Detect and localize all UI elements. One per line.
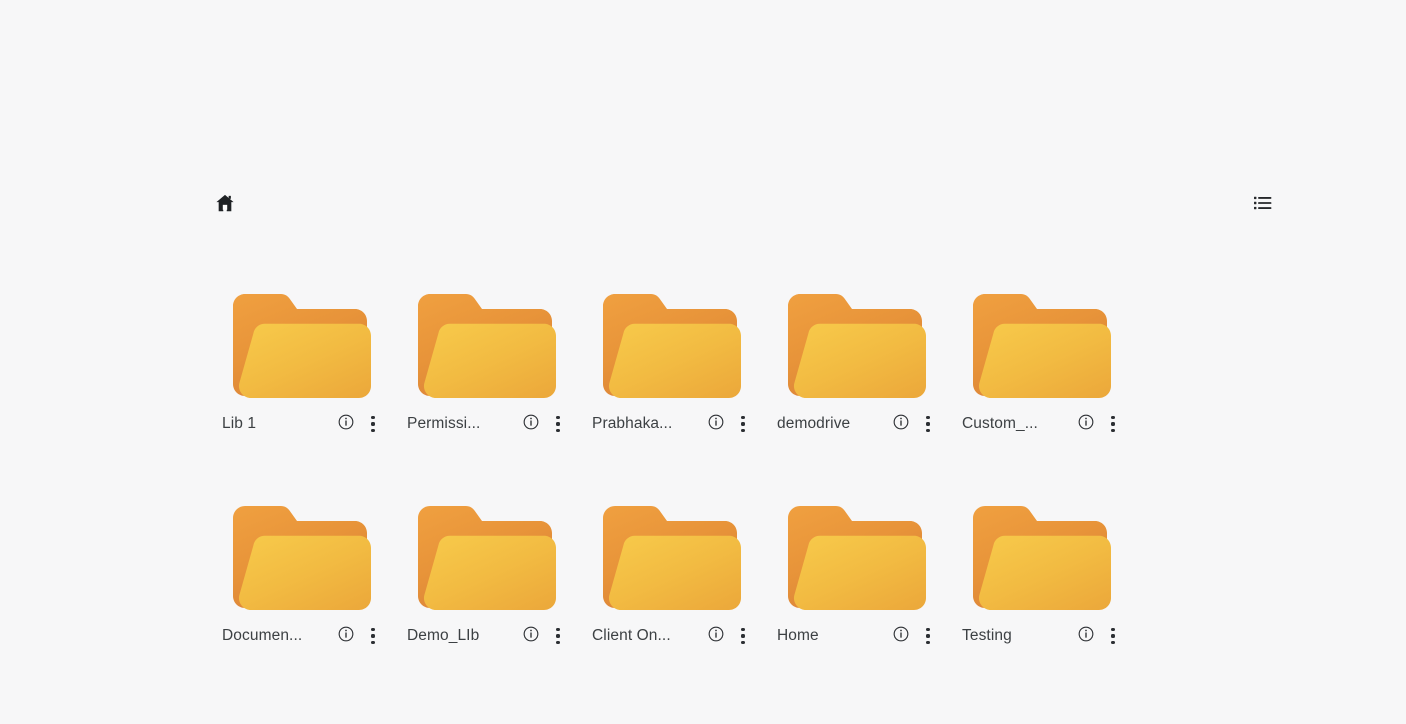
kebab-menu-icon [741,628,745,644]
folder-icon [599,500,745,618]
info-button[interactable] [1076,414,1096,434]
breadcrumb [210,188,240,218]
info-button[interactable] [891,414,911,434]
info-button[interactable] [336,414,356,434]
folder-icon-button[interactable] [969,288,1115,406]
folder-icon [969,288,1115,406]
folder-item[interactable]: Custom_... [950,288,1135,500]
info-button[interactable] [1076,626,1096,646]
folder-item[interactable]: Lib 1 [210,288,395,500]
folder-meta-row: Demo_LIb [407,623,569,649]
more-options-button[interactable] [732,413,754,435]
home-icon [214,192,236,214]
folder-item[interactable]: demodrive [765,288,950,500]
info-button[interactable] [706,414,726,434]
folder-icon-button[interactable] [414,288,560,406]
kebab-menu-icon [1111,628,1115,644]
kebab-menu-icon [926,416,930,432]
folder-meta-row: Client On... [592,623,754,649]
folder-label[interactable]: Documen... [222,627,302,645]
more-options-button[interactable] [1102,413,1124,435]
folder-label[interactable]: Client On... [592,627,671,645]
folder-item[interactable]: Permissi... [395,288,580,500]
folder-icon [599,288,745,406]
folder-item[interactable]: Client On... [580,500,765,712]
info-circle-icon [1077,625,1095,648]
folder-meta-row: Custom_... [962,411,1124,437]
folder-label[interactable]: Home [777,627,819,645]
home-breadcrumb-button[interactable] [210,188,240,218]
folder-item[interactable]: Testing [950,500,1135,712]
more-options-button[interactable] [917,625,939,647]
list-view-toggle-button[interactable] [1248,188,1278,218]
kebab-menu-icon [926,628,930,644]
folder-label[interactable]: Permissi... [407,415,480,433]
toolbar [210,186,1278,220]
info-button[interactable] [706,626,726,646]
more-options-button[interactable] [1102,625,1124,647]
info-circle-icon [337,625,355,648]
kebab-menu-icon [556,416,560,432]
more-options-button[interactable] [362,413,384,435]
folder-label[interactable]: Demo_LIb [407,627,479,645]
folder-item[interactable]: Documen... [210,500,395,712]
folder-grid: Lib 1 Permissi... Prabhaka... demodrive … [210,288,1210,712]
folder-item[interactable]: Home [765,500,950,712]
folder-icon [784,500,930,618]
folder-icon [969,500,1115,618]
folder-meta-row: Home [777,623,939,649]
folder-icon-button[interactable] [414,500,560,618]
info-button[interactable] [521,626,541,646]
info-button[interactable] [521,414,541,434]
info-circle-icon [892,625,910,648]
folder-icon-button[interactable] [229,500,375,618]
info-circle-icon [337,413,355,436]
kebab-menu-icon [741,416,745,432]
more-options-button[interactable] [362,625,384,647]
folder-meta-row: Documen... [222,623,384,649]
kebab-menu-icon [371,628,375,644]
info-circle-icon [892,413,910,436]
folder-item[interactable]: Prabhaka... [580,288,765,500]
list-view-icon [1252,192,1274,214]
folder-icon [414,288,560,406]
more-options-button[interactable] [917,413,939,435]
info-circle-icon [522,413,540,436]
folder-label[interactable]: Prabhaka... [592,415,672,433]
info-circle-icon [1077,413,1095,436]
info-circle-icon [707,625,725,648]
info-button[interactable] [336,626,356,646]
folder-icon [414,500,560,618]
folder-icon-button[interactable] [784,500,930,618]
folder-label[interactable]: Custom_... [962,415,1038,433]
folder-icon-button[interactable] [229,288,375,406]
folder-icon [229,288,375,406]
more-options-button[interactable] [547,413,569,435]
kebab-menu-icon [1111,416,1115,432]
folder-meta-row: Permissi... [407,411,569,437]
folder-icon [229,500,375,618]
folder-label[interactable]: Lib 1 [222,415,256,433]
info-circle-icon [707,413,725,436]
folder-icon-button[interactable] [599,288,745,406]
more-options-button[interactable] [547,625,569,647]
folder-meta-row: Testing [962,623,1124,649]
folder-item[interactable]: Demo_LIb [395,500,580,712]
folder-icon-button[interactable] [599,500,745,618]
kebab-menu-icon [556,628,560,644]
folder-meta-row: Lib 1 [222,411,384,437]
folder-icon-button[interactable] [784,288,930,406]
folder-meta-row: Prabhaka... [592,411,754,437]
folder-label[interactable]: Testing [962,627,1012,645]
folder-label[interactable]: demodrive [777,415,850,433]
folder-icon [784,288,930,406]
info-circle-icon [522,625,540,648]
folder-icon-button[interactable] [969,500,1115,618]
more-options-button[interactable] [732,625,754,647]
kebab-menu-icon [371,416,375,432]
info-button[interactable] [891,626,911,646]
folder-meta-row: demodrive [777,411,939,437]
